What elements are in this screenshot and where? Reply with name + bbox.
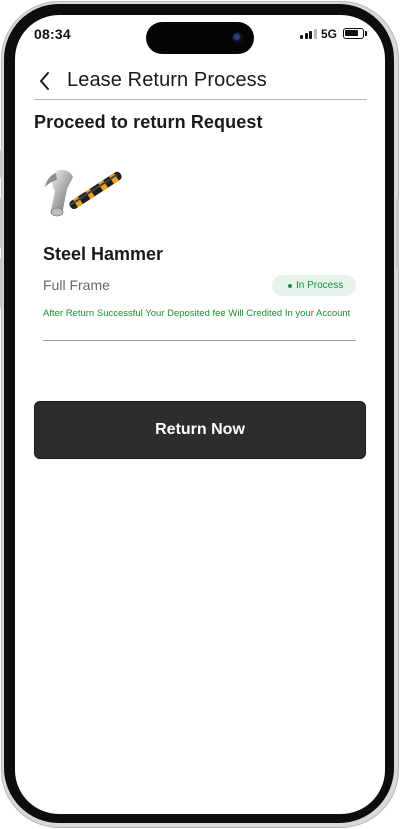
network-type: 5G	[321, 27, 338, 41]
dynamic-island	[146, 22, 254, 54]
page-title: Lease Return Process	[67, 69, 267, 91]
product-variant: Full Frame	[43, 277, 110, 293]
item-divider	[43, 340, 356, 341]
front-camera-icon	[232, 32, 244, 44]
status-dot-icon	[288, 284, 292, 288]
section-title: Proceed to return Request	[34, 112, 263, 132]
refund-info-note: After Return Successful Your Deposited f…	[43, 308, 351, 319]
status-bar: 08:34 5G	[15, 15, 385, 55]
back-button[interactable]	[35, 68, 57, 94]
status-time: 08:34	[34, 26, 71, 42]
chevron-left-icon	[40, 72, 49, 90]
hammer-image	[45, 169, 122, 217]
volume-up-button	[0, 198, 3, 248]
status-badge-label: In Process	[296, 280, 344, 291]
top-app-bar: Lease Return Process	[15, 63, 385, 101]
battery-icon	[343, 28, 364, 39]
volume-down-button	[0, 258, 3, 308]
screen: 08:34 5G Lease Return Process Proceed to…	[15, 15, 385, 814]
action-button	[0, 150, 3, 178]
status-badge: In Process	[272, 275, 356, 296]
cellular-signal-icon	[300, 29, 317, 39]
product-name: Steel Hammer	[43, 244, 164, 264]
header-divider	[34, 99, 367, 100]
power-button	[396, 198, 399, 268]
battery-tip	[365, 31, 367, 36]
return-now-button[interactable]: Return Now	[34, 401, 366, 459]
